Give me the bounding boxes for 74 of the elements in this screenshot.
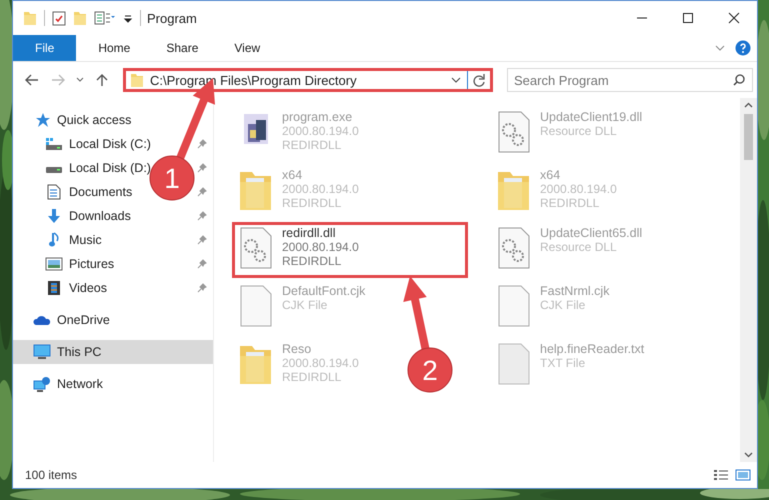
- drive-icon: [45, 137, 63, 151]
- file-detail: 2000.80.194.0: [282, 124, 359, 138]
- pin-icon[interactable]: [197, 211, 207, 221]
- sidebar-item[interactable]: Downloads: [69, 209, 131, 223]
- properties-icon[interactable]: [52, 10, 66, 26]
- pin-icon[interactable]: [197, 283, 207, 293]
- file-name: Reso: [282, 342, 312, 356]
- file-detail: 2000.80.194.0: [282, 182, 359, 196]
- network-icon: [33, 376, 51, 392]
- file-detail: TXT File: [540, 356, 586, 370]
- sidebar-item[interactable]: Videos: [69, 281, 107, 295]
- ribbon-tab[interactable]: Share: [152, 35, 212, 61]
- ribbon-tab[interactable]: Home: [84, 35, 144, 61]
- sidebar-item[interactable]: OneDrive: [13, 308, 213, 332]
- file-detail: CJK File: [540, 298, 586, 312]
- search-field[interactable]: Search Program: [507, 68, 753, 92]
- pin-icon[interactable]: [197, 139, 207, 149]
- step-number: 1: [164, 163, 180, 194]
- scrollbar[interactable]: [740, 98, 757, 462]
- down-arrow-icon: [45, 208, 63, 224]
- view-options-icon[interactable]: [94, 10, 116, 26]
- file-detail: REDIRDLL: [282, 370, 342, 384]
- file-name: UpdateClient19.dll: [540, 110, 642, 124]
- sidebar-item[interactable]: Documents: [69, 185, 132, 199]
- monitor-icon: [33, 344, 51, 360]
- file-name: program.exe: [282, 110, 354, 124]
- pin-icon[interactable]: [197, 187, 207, 197]
- file-detail: Resource DLL: [540, 124, 618, 138]
- pin-icon[interactable]: [197, 163, 207, 173]
- pin-icon[interactable]: [197, 235, 207, 245]
- file-name: x64: [282, 168, 304, 182]
- cloud-icon: [33, 314, 51, 326]
- pin-icon[interactable]: [197, 259, 207, 269]
- sidebar-item[interactable]: Pictures: [69, 257, 114, 271]
- address-path: C:\Program Files\Program Directory: [150, 72, 358, 88]
- sidebar-item[interactable]: Music: [69, 233, 102, 247]
- file-name: help.fineReader.txt: [540, 342, 644, 356]
- item-count: 100 items: [25, 468, 78, 482]
- file-detail: 2000.80.194.0: [282, 356, 359, 370]
- ribbon-tab[interactable]: View: [220, 35, 274, 61]
- file-detail: REDIRDLL: [282, 254, 342, 268]
- file-detail: 2000.80.194.0: [282, 240, 359, 254]
- file-detail: Resource DLL: [540, 240, 618, 254]
- step-number: 2: [422, 355, 438, 386]
- ribbon-tab[interactable]: File: [13, 35, 76, 61]
- sidebar-item[interactable]: Network: [13, 372, 213, 396]
- sidebar-item[interactable]: Local Disk (D:): [69, 161, 151, 175]
- details-view-icon[interactable]: [713, 469, 729, 481]
- file-item[interactable]: redirdll.dll 2000.80.194.0 REDIRDLL: [232, 222, 468, 278]
- dropdown-icon[interactable]: [451, 76, 461, 84]
- recent-dropdown-icon[interactable]: [75, 77, 85, 83]
- scroll-thumb[interactable]: [744, 114, 753, 160]
- file-name: DefaultFont.cjk: [282, 284, 366, 298]
- search-icon: [733, 74, 745, 86]
- file-detail: REDIRDLL: [540, 196, 600, 210]
- film-icon: [45, 280, 63, 296]
- file-detail: REDIRDLL: [282, 138, 342, 152]
- file-name: FastNrml.cjk: [540, 284, 610, 298]
- file-detail: 2000.80.194.0: [540, 182, 617, 196]
- file-name: UpdateClient65.dll: [540, 226, 642, 240]
- file-detail: REDIRDLL: [282, 196, 342, 210]
- sidebar-item[interactable]: Local Disk (C:): [69, 137, 151, 151]
- address-bar[interactable]: C:\Program Files\Program Directory: [123, 68, 493, 92]
- sidebar-item[interactable]: This PC: [13, 340, 213, 364]
- window-title: Program: [147, 10, 197, 26]
- picture-icon: [45, 257, 63, 271]
- document-icon: [45, 184, 63, 200]
- file-name: x64: [540, 168, 562, 182]
- folder-icon: [130, 72, 144, 88]
- back-arrow-icon[interactable]: [23, 74, 41, 86]
- sidebar-item[interactable]: Quick access: [13, 108, 213, 132]
- file-detail: CJK File: [282, 298, 328, 312]
- file-name: redirdll.dll: [282, 226, 336, 240]
- large-icons-view-icon[interactable]: [735, 469, 751, 481]
